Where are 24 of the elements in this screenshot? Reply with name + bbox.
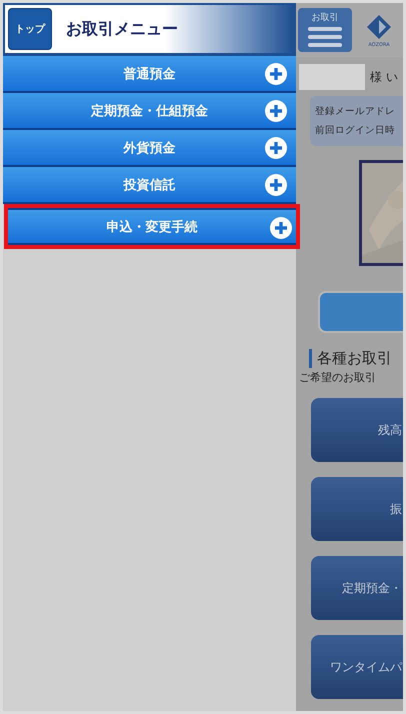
menu-title: お取引メニュー	[66, 18, 178, 40]
menu-icon	[308, 26, 342, 48]
name-suffix: 様 い	[370, 68, 398, 86]
section-text: ご希望のお取引	[299, 370, 377, 385]
menu-button[interactable]: お取引	[298, 8, 352, 52]
menu-item[interactable]: 定期預金・仕組預金	[3, 93, 296, 130]
menu-item[interactable]: 投資信託	[3, 167, 296, 204]
menu-item[interactable]: 外貨預金	[3, 130, 296, 167]
plus-icon	[265, 100, 287, 122]
plus-icon	[265, 63, 287, 85]
plus-icon	[265, 137, 287, 159]
section-title: 各種お取引	[309, 349, 403, 368]
menu-item[interactable]: 普通預金	[3, 56, 296, 93]
wide-button[interactable]	[318, 291, 403, 333]
transaction-button[interactable]: 定期預金・	[311, 556, 403, 620]
top-button[interactable]: トップ	[8, 8, 52, 50]
transaction-button[interactable]: ワンタイムパ	[311, 635, 403, 699]
transaction-button[interactable]: 残高	[311, 398, 403, 462]
plus-icon	[265, 174, 287, 196]
notice-text: 登録メールアドレ	[315, 105, 396, 118]
plus-icon	[270, 217, 292, 239]
transaction-button[interactable]: 振	[311, 477, 403, 541]
name-field	[299, 64, 365, 90]
notice-text: 前回ログイン日時	[315, 124, 396, 137]
